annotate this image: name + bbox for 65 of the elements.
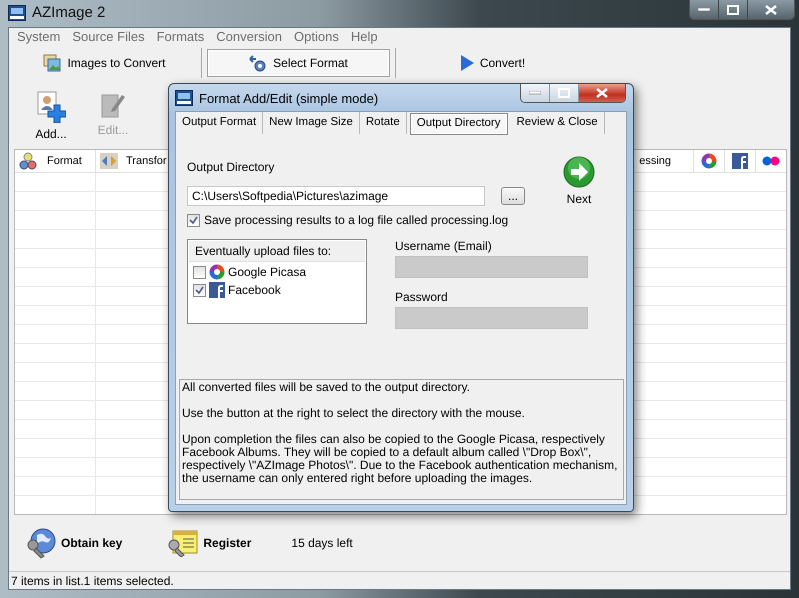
menu-item[interactable]: Options: [288, 29, 345, 44]
obtain-key-button[interactable]: Obtain key: [25, 527, 122, 559]
field-label: Username (Email): [395, 239, 493, 253]
toolbar-button[interactable]: Convert!: [401, 49, 584, 77]
checkbox[interactable]: [193, 284, 206, 296]
window-title: AZImage 2: [32, 4, 106, 21]
circles-icon: [19, 152, 37, 170]
dialog-title: Format Add/Edit (simple mode): [199, 90, 378, 106]
info-text: Use the button at the right to select the directory with the mouse.: [182, 407, 526, 420]
output-directory-label: Output Directory: [187, 160, 274, 174]
close-icon: [596, 88, 608, 98]
close-button[interactable]: [748, 0, 794, 19]
status-bar-text: 7 items in list.1 items selected.: [11, 574, 174, 588]
maximize-icon: [558, 88, 570, 98]
checkbox[interactable]: [193, 266, 206, 278]
f-logo-icon: [732, 153, 748, 169]
checkbox[interactable]: [187, 214, 200, 226]
pictures-icon: [43, 54, 62, 72]
info-text: Upon completion the files can also be copied to the Google Picasa, respectively Facebook Albums. They will be copied to a default album called \"Drop Box\", respectively \"AZImage Photos\". Due to the Facebook authentication mechanism, the username can only entered right before uploading the images.: [182, 433, 618, 485]
menu-item[interactable]: Formats: [150, 29, 210, 44]
menu-item[interactable]: System: [11, 29, 66, 44]
pinwheel-icon: [209, 264, 225, 280]
globe-key-icon: [25, 527, 57, 559]
group-title: Eventually upload files to:: [195, 244, 332, 258]
tab[interactable]: Rotate: [360, 112, 407, 134]
output-directory-field[interactable]: C:\Users\Softpedia\Pictures\azimage: [187, 186, 485, 206]
play-icon: [460, 55, 474, 71]
service-label: Facebook: [228, 283, 281, 297]
menu-item[interactable]: Source Files: [66, 29, 151, 44]
maximize-button[interactable]: [719, 0, 748, 19]
menu-item[interactable]: Help: [344, 29, 384, 44]
f-logo-icon: [209, 282, 225, 298]
close-icon: [765, 4, 777, 14]
arrows-icon: [100, 153, 118, 169]
minimize-button[interactable]: [690, 0, 719, 19]
column-header[interactable]: essing: [639, 155, 671, 167]
column-header[interactable]: Transfor: [126, 155, 167, 167]
gear-arrows-icon: [249, 54, 268, 72]
app-icon: [8, 4, 26, 20]
tab[interactable]: Output Directory: [410, 113, 508, 135]
add-user-icon: [36, 91, 66, 123]
key-window-icon: [167, 529, 200, 557]
info-text: All converted files will be saved to the output directory.: [182, 381, 471, 394]
register-button[interactable]: Register: [167, 529, 252, 557]
service-label: Google Picasa: [228, 265, 306, 279]
toolbar-button[interactable]: Select Format: [207, 49, 390, 77]
minimize-icon: [529, 91, 541, 95]
pinwheel-icon: [701, 153, 717, 169]
checkbox-label: Save processing results to a log file called processing.log: [204, 213, 508, 227]
app-icon: [175, 90, 193, 106]
trial-days-label: 15 days left: [291, 536, 353, 550]
menu-item[interactable]: Conversion: [210, 29, 288, 44]
tab[interactable]: New Image Size: [263, 112, 360, 134]
add-button[interactable]: Add...: [31, 91, 71, 141]
two-dots-icon: [762, 156, 780, 166]
toolbar-button[interactable]: Images to Convert: [13, 49, 196, 77]
column-header[interactable]: Format: [47, 155, 82, 167]
tab[interactable]: Review & Close: [510, 112, 605, 134]
maximize-icon: [727, 4, 739, 14]
browse-button[interactable]: ...: [501, 187, 525, 205]
minimize-icon: [698, 8, 710, 12]
next-button[interactable]: Next: [563, 156, 595, 227]
close-button[interactable]: [579, 84, 625, 102]
tab[interactable]: Output Format: [176, 112, 264, 134]
field-label: Password: [395, 290, 449, 304]
